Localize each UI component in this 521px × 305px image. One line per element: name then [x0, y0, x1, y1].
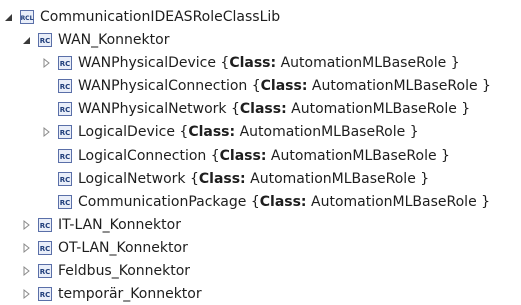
icon-text: RC [40, 245, 51, 253]
class-prefix: Class: [229, 55, 277, 71]
class-prefix: Class: [260, 78, 308, 94]
role-name: CommunicationPackage [78, 194, 247, 210]
tree-node-root[interactable]: RCL CommunicationIDEASRoleClassLib [2, 6, 280, 28]
collapsed-arrow-icon[interactable] [20, 265, 32, 277]
role-name: WANPhysicalConnection [78, 78, 248, 94]
tree-node-label: CommunicationIDEASRoleClassLib [40, 9, 281, 25]
role-name: LogicalConnection [78, 148, 207, 164]
tree-node-label: LogicalConnection {Class: AutomationMLBa… [78, 148, 450, 164]
collapsed-arrow-icon[interactable] [20, 288, 32, 300]
icon-text: RC [60, 106, 71, 114]
class-value: AutomationMLBaseRole } [291, 101, 471, 117]
tree-node-label: WAN_Konnektor [58, 32, 170, 48]
class-value: AutomationMLBaseRole } [239, 124, 419, 140]
class-value: AutomationMLBaseRole } [280, 55, 460, 71]
icon-text: RCL [21, 15, 34, 22]
tree-node-label: IT-LAN_Konnektor [58, 217, 181, 233]
role-class-icon: RC [58, 195, 72, 209]
class-prefix: Class: [239, 101, 287, 117]
role-class-icon: RC [38, 33, 52, 47]
role-class-icon: RC [58, 102, 72, 116]
collapsed-arrow-icon[interactable] [20, 242, 32, 254]
tree-node-label: CommunicationPackage {Class: AutomationM… [78, 194, 491, 210]
tree-node-label: WANPhysicalConnection {Class: Automation… [78, 78, 491, 94]
icon-text: RC [60, 199, 71, 207]
icon-text: RC [60, 60, 71, 68]
tree-node-wan-konnektor[interactable]: RC WAN_Konnektor [20, 29, 169, 51]
tree-node-wan-physical-network[interactable]: RC WANPhysicalNetwork {Class: Automation… [58, 98, 470, 120]
class-value: AutomationMLBaseRole } [250, 171, 430, 187]
tree-node-logical-connection[interactable]: RC LogicalConnection {Class: AutomationM… [58, 145, 450, 167]
role-class-icon: RC [38, 287, 52, 301]
tree-node-communication-package[interactable]: RC CommunicationPackage {Class: Automati… [58, 191, 490, 213]
class-prefix: Class: [259, 194, 307, 210]
icon-text: RC [40, 37, 51, 45]
role-class-icon: RC [58, 79, 72, 93]
class-prefix: Class: [198, 171, 246, 187]
collapsed-arrow-icon[interactable] [20, 219, 32, 231]
role-class-tree: RCL CommunicationIDEASRoleClassLib RC WA… [0, 0, 521, 302]
expanded-arrow-icon[interactable] [2, 11, 14, 23]
tree-node-logical-device[interactable]: RC LogicalDevice {Class: AutomationMLBas… [40, 121, 419, 143]
role-class-icon: RC [38, 264, 52, 278]
tree-node-label: WANPhysicalDevice {Class: AutomationMLBa… [78, 55, 460, 71]
icon-text: RC [40, 222, 51, 230]
tree-node-label: LogicalNetwork {Class: AutomationMLBaseR… [78, 171, 430, 187]
expanded-arrow-icon[interactable] [20, 34, 32, 46]
role-name: WANPhysicalNetwork [78, 101, 227, 117]
role-class-icon: RC [38, 241, 52, 255]
tree-node-ot-lan-konnektor[interactable]: RC OT-LAN_Konnektor [20, 237, 188, 259]
icon-text: RC [60, 153, 71, 161]
tree-node-label: Feldbus_Konnektor [58, 263, 191, 279]
role-class-icon: RC [58, 125, 72, 139]
tree-node-wan-physical-device[interactable]: RC WANPhysicalDevice {Class: AutomationM… [40, 52, 460, 74]
tree-node-label: WANPhysicalNetwork {Class: AutomationMLB… [78, 101, 471, 117]
class-prefix: Class: [188, 124, 236, 140]
icon-text: RC [40, 268, 51, 276]
role-name: LogicalNetwork [78, 171, 186, 187]
class-value: AutomationMLBaseRole } [270, 148, 450, 164]
role-class-icon: RC [38, 218, 52, 232]
role-name: WANPhysicalDevice [78, 55, 216, 71]
class-value: AutomationMLBaseRole } [311, 78, 491, 94]
tree-node-feldbus-konnektor[interactable]: RC Feldbus_Konnektor [20, 260, 190, 282]
role-class-icon: RC [58, 149, 72, 163]
tree-node-wan-physical-connection[interactable]: RC WANPhysicalConnection {Class: Automat… [58, 75, 491, 97]
class-value: AutomationMLBaseRole } [311, 194, 491, 210]
icon-text: RC [60, 176, 71, 184]
tree-node-label: LogicalDevice {Class: AutomationMLBaseRo… [78, 124, 419, 140]
tree-node-it-lan-konnektor[interactable]: RC IT-LAN_Konnektor [20, 214, 181, 236]
role-class-lib-icon: RCL [20, 10, 34, 24]
class-prefix: Class: [219, 148, 267, 164]
role-class-icon: RC [58, 56, 72, 70]
icon-text: RC [60, 129, 71, 137]
collapsed-arrow-icon[interactable] [40, 126, 52, 138]
role-name: LogicalDevice [78, 124, 175, 140]
icon-text: RC [40, 291, 51, 299]
role-class-icon: RC [58, 172, 72, 186]
collapsed-arrow-icon[interactable] [40, 57, 52, 69]
tree-node-logical-network[interactable]: RC LogicalNetwork {Class: AutomationMLBa… [58, 168, 429, 190]
icon-text: RC [60, 83, 71, 91]
tree-node-label: OT-LAN_Konnektor [58, 240, 188, 256]
